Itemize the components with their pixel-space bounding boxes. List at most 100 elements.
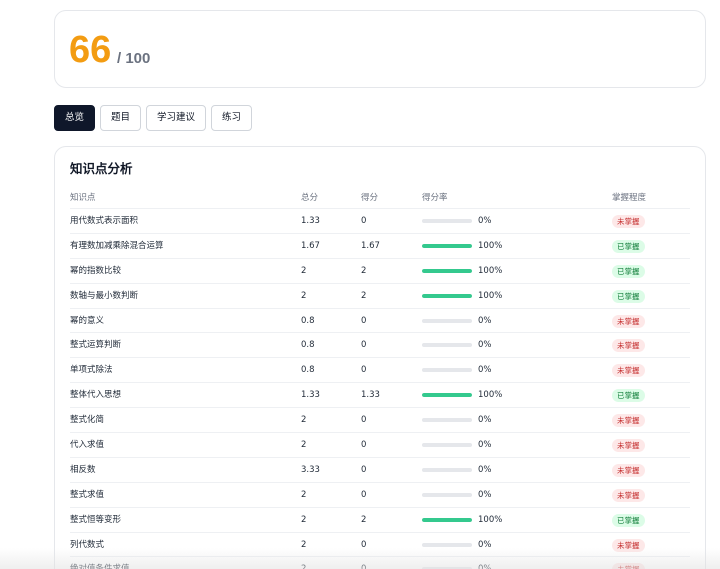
- earned-score: 0: [361, 415, 367, 426]
- mastery-badge: 未掌握: [612, 439, 645, 453]
- table-row: 幂的指数比较 2 2 100% 已掌握: [70, 259, 690, 284]
- earned-score: 2: [361, 514, 367, 525]
- earned-score: 0: [361, 315, 367, 326]
- earned-score: 0: [361, 340, 367, 351]
- earned-score: 0: [361, 365, 367, 376]
- rate-progress-bar: [422, 517, 472, 522]
- mastery-badge: 已掌握: [612, 289, 645, 303]
- rate-progress-bar: [422, 293, 472, 298]
- rate-progress-bar: [422, 443, 472, 448]
- table-row: 列代数式 2 0 0% 未掌握: [70, 533, 690, 558]
- earned-score: 0: [361, 489, 367, 500]
- knowledge-point-name: 绝对值条件求值: [70, 557, 130, 569]
- knowledge-point-name: 幂的意义: [70, 315, 105, 326]
- table-header: 知识点 总分 得分 得分率 掌握程度: [70, 187, 690, 209]
- total-score: 2: [301, 514, 307, 525]
- column-header-name: 知识点: [70, 193, 96, 203]
- table-row: 数轴与最小数判断 2 2 100% 已掌握: [70, 284, 690, 309]
- mastery-badge: 未掌握: [612, 538, 645, 552]
- earned-score: 2: [361, 265, 367, 276]
- table-row: 整式运算判断 0.8 0 0% 未掌握: [70, 333, 690, 359]
- earned-score: 0: [361, 557, 366, 569]
- rate-progress-bar: [422, 318, 472, 323]
- rate-progress-bar: [422, 368, 472, 373]
- tab-bar: 总览 题目 学习建议 练习: [54, 105, 253, 131]
- rate-progress-bar: [422, 268, 472, 273]
- total-score: 2: [301, 539, 307, 550]
- knowledge-point-name: 相反数: [70, 464, 96, 475]
- total-score: 3.33: [301, 464, 320, 475]
- rate-progress-bar: [422, 418, 472, 423]
- column-header-level: 掌握程度: [612, 193, 647, 203]
- rate-label: 0%: [478, 216, 492, 226]
- knowledge-point-name: 数轴与最小数判断: [70, 290, 139, 301]
- knowledge-point-name: 整式恒等变形: [70, 514, 122, 525]
- knowledge-table: 知识点 总分 得分 得分率 掌握程度 用代数式表示面积 1.33 0 0% 未掌握 有理数…: [70, 187, 690, 569]
- total-score: 0.8: [301, 340, 315, 351]
- rate-progress-bar: [422, 219, 472, 223]
- rate-progress-bar: [422, 542, 472, 547]
- tab-study-suggestions[interactable]: 学习建议: [146, 105, 207, 131]
- total-score: 0.8: [301, 365, 315, 376]
- knowledge-point-name: 整体代入思想: [70, 390, 122, 401]
- rate-progress-bar: [422, 393, 472, 398]
- total-score: 2: [301, 557, 306, 569]
- table-row: 整体代入思想 1.33 1.33 100% 已掌握: [70, 383, 690, 409]
- table-row: 幂的意义 0.8 0 0% 未掌握: [70, 309, 690, 334]
- column-header-score: 得分: [361, 193, 379, 203]
- total-score: 2: [301, 290, 307, 301]
- rate-progress-fill: [422, 268, 472, 273]
- rate-label: 0%: [478, 464, 492, 475]
- mastery-badge: 未掌握: [612, 339, 645, 353]
- tab-overview[interactable]: 总览: [54, 105, 96, 131]
- earned-score: 0: [361, 464, 367, 475]
- knowledge-point-name: 有理数加减乘除混合运算: [70, 240, 164, 251]
- earned-score: 0: [361, 539, 367, 550]
- table-row: 有理数加减乘除混合运算 1.67 1.67 100% 已掌握: [70, 234, 690, 259]
- mastery-badge: 已掌握: [612, 513, 645, 527]
- tab-practice[interactable]: 练习: [211, 105, 253, 131]
- table-row: 代入求值 2 0 0% 未掌握: [70, 433, 690, 458]
- mastery-badge: 未掌握: [612, 488, 645, 502]
- mastery-badge: 已掌握: [612, 239, 645, 253]
- rate-label: 100%: [478, 240, 503, 251]
- tab-questions[interactable]: 题目: [100, 105, 142, 131]
- total-score: 2: [301, 265, 307, 276]
- total-score: 1.33: [301, 216, 320, 226]
- section-title: 知识点分析: [70, 161, 133, 176]
- mastery-badge: 未掌握: [612, 463, 645, 477]
- mastery-badge: 未掌握: [612, 215, 645, 228]
- rate-progress-fill: [422, 393, 472, 398]
- rate-label: 100%: [478, 265, 503, 276]
- knowledge-point-name: 整式求值: [70, 489, 105, 500]
- knowledge-point-name: 代入求值: [70, 440, 105, 451]
- rate-label: 0%: [478, 415, 492, 426]
- rate-progress-fill: [422, 243, 472, 248]
- rate-label: 0%: [478, 440, 492, 451]
- rate-progress-fill: [422, 293, 472, 298]
- total-score: 1.33: [301, 390, 320, 401]
- mastery-badge: 已掌握: [612, 389, 645, 403]
- score-value: 66: [69, 29, 112, 71]
- mastery-badge: 未掌握: [612, 364, 645, 378]
- table-row: 单项式除法 0.8 0 0% 未掌握: [70, 358, 690, 384]
- earned-score: 1.67: [361, 240, 380, 251]
- earned-score: 0: [361, 216, 367, 226]
- score-total: / 100: [117, 50, 151, 67]
- table-row: 整式求值 2 0 0% 未掌握: [70, 483, 690, 508]
- rate-label: 0%: [478, 315, 492, 326]
- table-row: 绝对值条件求值 2 0 0% 未掌握: [70, 557, 690, 569]
- knowledge-point-name: 整式化简: [70, 415, 105, 426]
- page: 66 / 100 总览 题目 学习建议 练习 知识点分析 知识点 总分 得分 得…: [0, 0, 720, 569]
- knowledge-analysis-card: 知识点分析 知识点 总分 得分 得分率 掌握程度 用代数式表示面积 1.33 0 0%…: [54, 146, 706, 569]
- rate-label: 0%: [478, 539, 492, 550]
- knowledge-point-name: 列代数式: [70, 539, 105, 550]
- total-score: 0.8: [301, 315, 315, 326]
- earned-score: 0: [361, 440, 367, 451]
- rate-label: 0%: [478, 557, 492, 569]
- column-header-rate: 得分率: [422, 193, 448, 203]
- total-score: 2: [301, 489, 307, 500]
- rate-label: 0%: [478, 489, 492, 500]
- rate-label: 100%: [478, 290, 503, 301]
- column-header-total: 总分: [301, 193, 319, 203]
